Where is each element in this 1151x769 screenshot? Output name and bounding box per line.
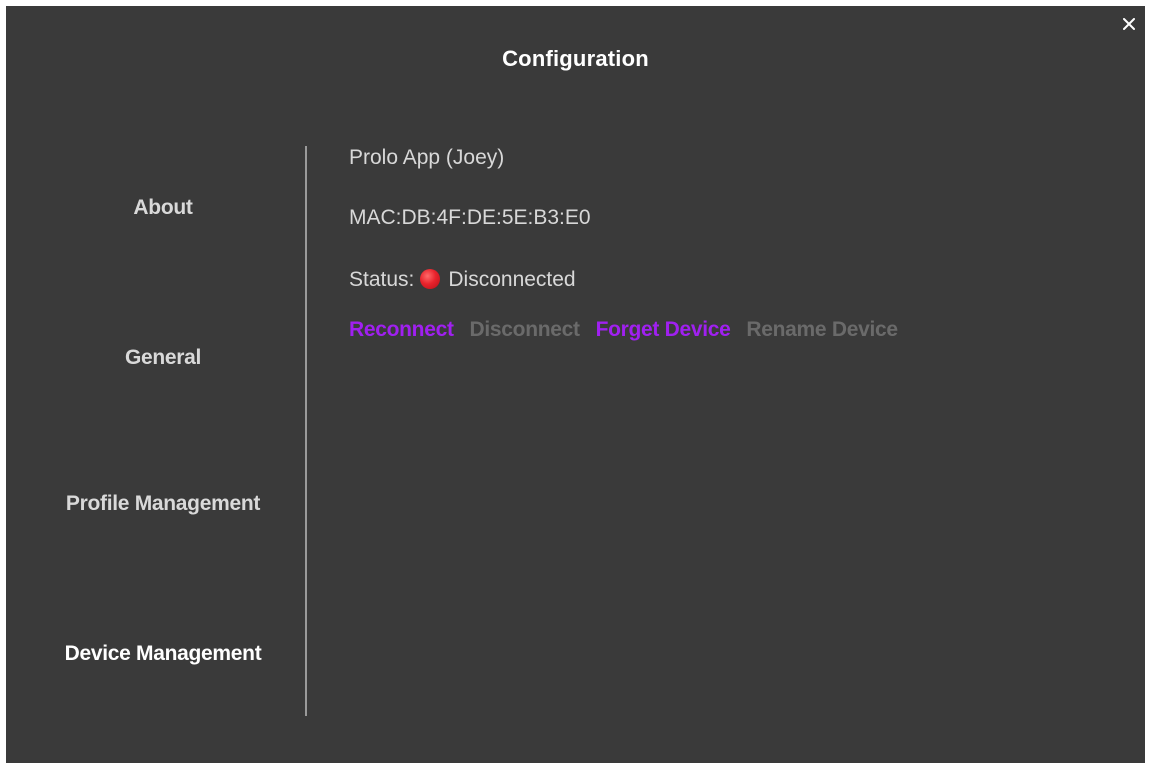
status-label: Status: [349,268,415,291]
forget-device-button[interactable]: Forget Device [596,318,731,341]
device-name: Prolo App (Joey) [349,146,505,169]
rename-device-button[interactable]: Rename Device [746,318,898,341]
sidebar-divider [305,146,307,716]
close-icon-glyph [1123,18,1135,30]
configuration-dialog: Configuration About General Profile Mana… [6,6,1145,763]
device-status: Status: Disconnected [349,268,576,292]
device-actions: Reconnect Disconnect Forget Device Renam… [349,318,908,342]
dialog-title: Configuration [502,46,649,71]
disconnect-button[interactable]: Disconnect [470,318,581,341]
sidebar-item-profile-management[interactable]: Profile Management [6,492,320,516]
sidebar-item-general[interactable]: General [6,346,320,370]
sidebar-item-about[interactable]: About [6,196,320,220]
device-mac: MAC:DB:4F:DE:5E:B3:E0 [349,206,591,229]
red-dot-icon [420,269,441,289]
close-icon[interactable] [1119,14,1139,34]
reconnect-button[interactable]: Reconnect [349,318,454,341]
sidebar-item-device-management[interactable]: Device Management [6,642,320,666]
sidebar-nav: About General Profile Management Device … [6,146,306,716]
status-value: Disconnected [448,268,576,291]
